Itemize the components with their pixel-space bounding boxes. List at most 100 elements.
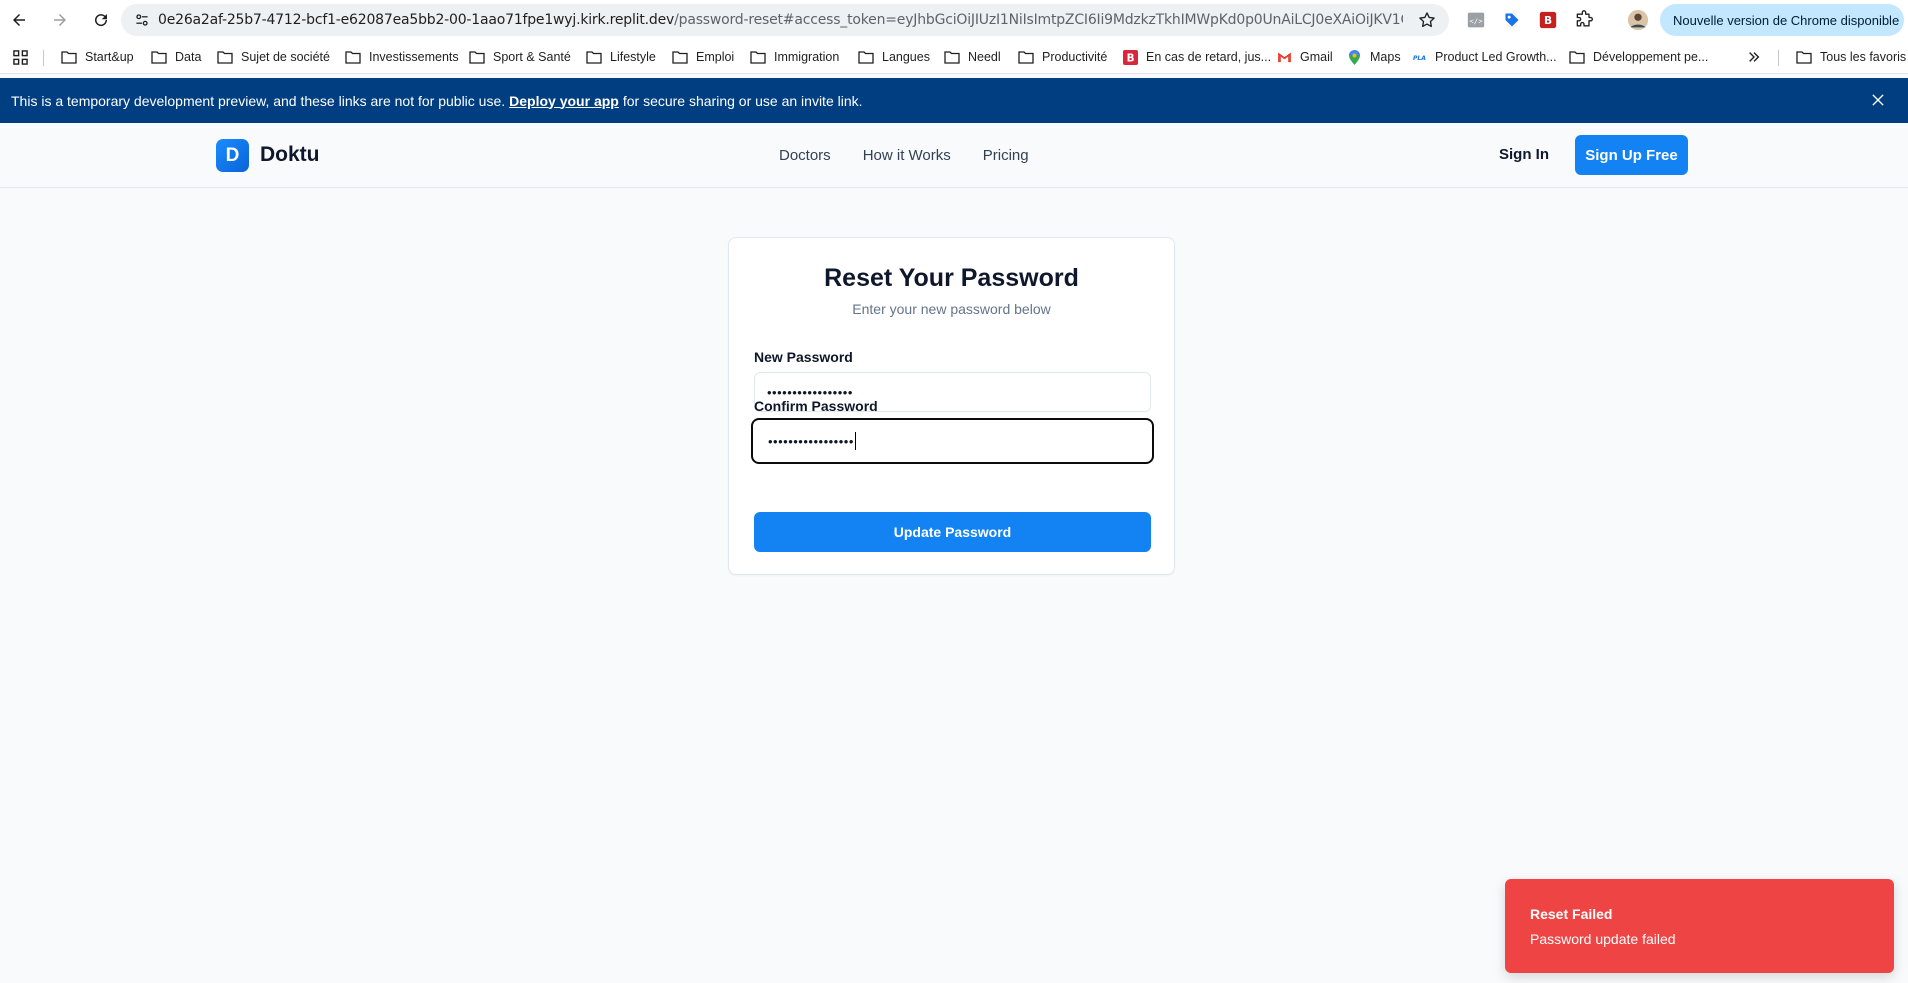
site-info-icon[interactable] — [132, 10, 152, 30]
logo-mark[interactable]: D — [216, 139, 249, 172]
maps-pin-icon — [1346, 49, 1362, 65]
browser-toolbar: 0e26a2af-25b7-4712-bcf1-e62087ea5bb2-00-… — [0, 0, 1908, 40]
reload-icon — [95, 14, 108, 27]
error-toast[interactable]: Reset Failed Password update failed — [1505, 879, 1894, 973]
dev-preview-banner: This is a temporary development preview,… — [0, 78, 1908, 123]
folder-icon — [1796, 49, 1812, 65]
text-caret — [854, 432, 856, 450]
bookmark-folder-societe[interactable]: Sujet de société — [217, 47, 330, 67]
bookmark-label: Immigration — [774, 50, 840, 64]
bookmark-label: Start&up — [85, 50, 134, 64]
bookmark-label: Product Led Growth... — [1435, 50, 1557, 64]
folder-icon — [672, 49, 688, 65]
all-bookmarks-folder[interactable]: Tous les favoris — [1796, 47, 1906, 67]
bookmark-folder-startup[interactable]: Start&up — [61, 47, 134, 67]
bookmark-label: Maps — [1370, 50, 1401, 64]
bookmark-folder-emploi[interactable]: Emploi — [672, 47, 734, 67]
arrow-left-icon — [13, 14, 25, 26]
close-icon — [1872, 94, 1884, 106]
bookmark-folder-needl[interactable]: Needl — [944, 47, 1001, 67]
confirm-password-value: ••••••••••••••••• — [768, 433, 854, 449]
svg-text:PLA: PLA — [1412, 55, 1425, 62]
reset-password-card: Reset Your Password Enter your new passw… — [728, 237, 1175, 575]
tag-extension-icon[interactable] — [1501, 9, 1523, 31]
bookmarks-bar: Start&up Data Sujet de société Investiss… — [0, 40, 1908, 74]
bookmark-label: Data — [175, 50, 202, 64]
confirm-password-input[interactable]: ••••••••••••••••• — [751, 418, 1154, 464]
bookmark-gmail[interactable]: Gmail — [1276, 47, 1333, 67]
bookmark-folder-immigration[interactable]: Immigration — [750, 47, 839, 67]
bookmark-product-led-growth[interactable]: PLA Product Led Growth... — [1411, 47, 1557, 67]
chrome-update-label: Nouvelle version de Chrome disponible — [1673, 12, 1900, 28]
folder-icon — [586, 49, 602, 65]
bookmark-label: Sujet de société — [241, 50, 330, 64]
devtools-extension-icon[interactable]: </> — [1465, 9, 1487, 31]
update-password-button[interactable]: Update Password — [754, 512, 1151, 552]
banner-close-button[interactable] — [1868, 90, 1888, 110]
toast-description: Password update failed — [1530, 931, 1676, 947]
folder-icon — [1569, 49, 1585, 65]
folder-icon — [469, 49, 485, 65]
bookmark-folder-productivite[interactable]: Productivité — [1018, 47, 1107, 67]
sign-up-button[interactable]: Sign Up Free — [1575, 135, 1688, 175]
bookmark-label: Gmail — [1300, 50, 1333, 64]
bookmark-label: Lifestyle — [610, 50, 656, 64]
page-subtitle: Enter your new password below — [852, 301, 1051, 317]
bookmark-maps[interactable]: Maps — [1346, 47, 1401, 67]
bookmark-star-icon[interactable] — [1417, 10, 1437, 30]
address-bar[interactable]: 0e26a2af-25b7-4712-bcf1-e62087ea5bb2-00-… — [121, 4, 1449, 36]
folder-icon — [217, 49, 233, 65]
svg-text:B: B — [1544, 14, 1552, 27]
folder-icon — [151, 49, 167, 65]
banner-text-after: for secure sharing or use an invite link… — [622, 92, 863, 109]
folder-icon — [61, 49, 77, 65]
nav-doctors[interactable]: Doctors — [779, 147, 831, 164]
double-chevron-right-icon — [1749, 52, 1760, 62]
nav-pricing[interactable]: Pricing — [983, 147, 1029, 164]
bookmark-folder-data[interactable]: Data — [151, 47, 201, 67]
deploy-app-link[interactable]: Deploy your app — [509, 93, 619, 109]
arrow-right-icon — [54, 14, 66, 26]
svg-text:</>: </> — [1469, 16, 1483, 25]
page-title: Reset Your Password — [824, 264, 1079, 292]
red-extension-icon[interactable]: B — [1537, 9, 1559, 31]
back-button[interactable] — [7, 8, 31, 32]
b-logo-icon: B — [1122, 49, 1138, 65]
bookmark-en-cas-de-retard[interactable]: B En cas de retard, jus... — [1122, 47, 1271, 67]
folder-icon — [1018, 49, 1034, 65]
bookmarks-separator — [43, 50, 44, 66]
sign-in-button[interactable]: Sign In — [1499, 146, 1549, 163]
banner-text-before: This is a temporary development preview,… — [11, 92, 506, 109]
folder-icon — [345, 49, 361, 65]
folder-icon — [858, 49, 874, 65]
url-host: 0e26a2af-25b7-4712-bcf1-e62087ea5bb2-00-… — [158, 12, 675, 28]
bookmark-label: Langues — [882, 50, 930, 64]
bookmark-label: En cas de retard, jus... — [1146, 50, 1272, 64]
folder-icon — [750, 49, 766, 65]
brand-name[interactable]: Doktu — [260, 143, 320, 167]
apps-grid-icon — [13, 49, 28, 65]
chrome-update-button[interactable]: Nouvelle version de Chrome disponible — [1660, 4, 1904, 36]
bookmark-label: Sport & Santé — [493, 50, 571, 64]
nav-how-it-works[interactable]: How it Works — [863, 147, 951, 164]
more-bookmarks-button[interactable] — [1747, 47, 1761, 67]
bookmarks-separator — [1778, 50, 1779, 66]
apps-grid-button[interactable] — [13, 47, 28, 67]
bookmark-folder-sport[interactable]: Sport & Santé — [469, 47, 571, 67]
extensions-puzzle-icon[interactable] — [1573, 9, 1595, 31]
main-nav: Doctors How it Works Pricing — [779, 147, 1029, 164]
bookmark-label: Développement pe... — [1593, 50, 1709, 64]
app-header: D Doktu Doctors How it Works Pricing Sig… — [0, 123, 1908, 188]
toast-title: Reset Failed — [1530, 906, 1613, 922]
profile-avatar[interactable] — [1626, 8, 1650, 32]
all-bookmarks-label: Tous les favoris — [1820, 50, 1907, 64]
forward-button[interactable] — [48, 8, 72, 32]
reload-button[interactable] — [89, 8, 113, 32]
url-text[interactable]: 0e26a2af-25b7-4712-bcf1-e62087ea5bb2-00-… — [158, 12, 1403, 28]
bookmark-label: Investissements — [369, 50, 459, 64]
bookmark-folder-investissements[interactable]: Investissements — [345, 47, 459, 67]
bookmark-folder-lifestyle[interactable]: Lifestyle — [586, 47, 656, 67]
bookmark-folder-langues[interactable]: Langues — [858, 47, 930, 67]
bookmark-folder-developpement[interactable]: Développement pe... — [1569, 47, 1708, 67]
pla-icon: PLA — [1411, 49, 1427, 65]
